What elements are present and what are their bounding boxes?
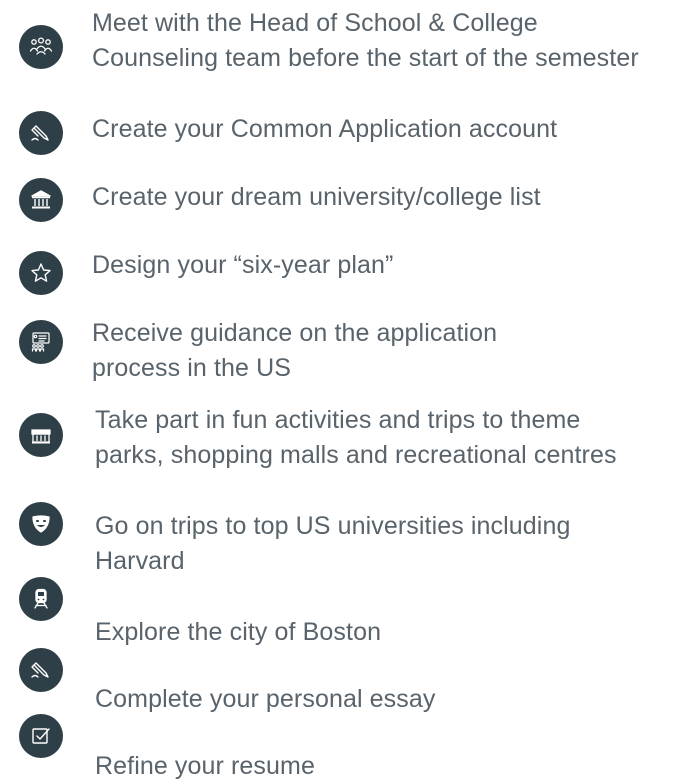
list-item-text: Complete your personal essay: [95, 682, 435, 717]
list-item-line: Complete your personal essay: [95, 685, 436, 713]
list-item-line: Explore the city of Boston: [95, 618, 382, 646]
pen-writing-icon: [19, 648, 63, 692]
list-item-text: Meet with the Head of School & College C…: [92, 6, 639, 76]
university-building-icon: [19, 178, 63, 222]
list-item-line: Take part in fun activities and trips to…: [95, 406, 581, 434]
list-item-line: process in the US: [92, 354, 292, 382]
list-item-line: Counseling team before the start of the …: [92, 44, 639, 72]
list-item-line: Design your “six-year plan”: [92, 251, 394, 279]
list-item-text: Create your Common Application account: [92, 112, 557, 147]
list-item-line: Go on trips to top US universities inclu…: [95, 512, 571, 540]
presentation-board-icon: [19, 320, 63, 364]
list-item-line: Receive guidance on the application: [92, 319, 498, 347]
star-icon: [19, 251, 63, 295]
list-item-text: Receive guidance on the application proc…: [92, 316, 497, 386]
list-item-text: Create your dream university/college lis…: [92, 180, 541, 215]
people-group-icon: [19, 25, 63, 69]
pen-writing-icon: [19, 111, 63, 155]
train-icon: [19, 577, 63, 621]
list-item-line: Create your Common Application account: [92, 115, 558, 143]
list-item-line: Meet with the Head of School & College: [92, 9, 538, 37]
list-item-text: Explore the city of Boston: [95, 615, 381, 650]
list-item-line: parks, shopping malls and recreational c…: [95, 441, 617, 469]
storefront-icon: [19, 413, 63, 457]
list-item-text: Take part in fun activities and trips to…: [95, 403, 617, 473]
checkbox-edit-icon: [19, 714, 63, 758]
list-item-text: Go on trips to top US universities inclu…: [95, 509, 570, 579]
list-item-line: Create your dream university/college lis…: [92, 183, 541, 211]
list-item-line: Harvard: [95, 547, 185, 575]
list-item-text: Design your “six-year plan”: [92, 248, 393, 283]
theatre-masks-icon: [19, 502, 63, 546]
